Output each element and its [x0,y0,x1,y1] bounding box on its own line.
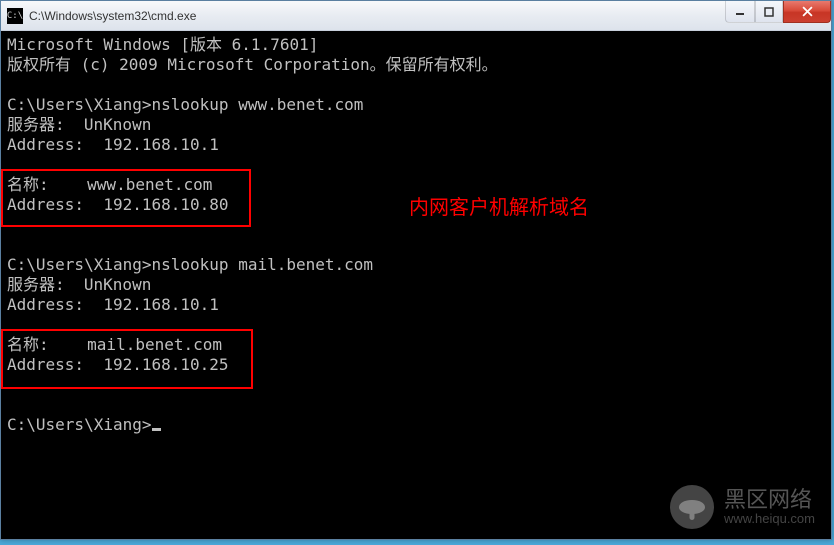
close-button[interactable] [783,1,831,23]
terminal-line [7,395,825,415]
window-titlebar[interactable]: C:\ C:\Windows\system32\cmd.exe [1,1,831,31]
minimize-button[interactable] [725,1,755,23]
minimize-icon [735,7,745,17]
terminal-line [7,235,825,255]
cmd-window: C:\ C:\Windows\system32\cmd.exe Microsof… [0,0,832,540]
terminal-line [7,315,825,335]
terminal-area[interactable]: Microsoft Windows [版本 6.1.7601]版权所有 (c) … [1,31,831,539]
terminal-line [7,215,825,235]
watermark-name: 黑区网络 [724,488,815,512]
terminal-line: Address: 192.168.10.1 [7,135,825,155]
watermark-url: www.heiqu.com [724,512,815,526]
maximize-button[interactable] [755,1,783,23]
terminal-line: 名称: mail.benet.com [7,335,825,355]
maximize-icon [764,7,774,17]
terminal-line: Address: 192.168.10.80 [7,195,825,215]
terminal-line: C:\Users\Xiang>nslookup mail.benet.com [7,255,825,275]
mushroom-icon [670,485,714,529]
watermark: 黑区网络 www.heiqu.com [670,485,815,529]
terminal-line: 服务器: UnKnown [7,115,825,135]
terminal-line: Address: 192.168.10.25 [7,355,825,375]
cmd-icon: C:\ [7,8,23,24]
terminal-line [7,155,825,175]
terminal-line: 版权所有 (c) 2009 Microsoft Corporation。保留所有… [7,55,825,75]
close-icon [802,6,813,17]
terminal-line: C:\Users\Xiang>nslookup www.benet.com [7,95,825,115]
window-controls [725,1,831,23]
terminal-line: 服务器: UnKnown [7,275,825,295]
terminal-line: 名称: www.benet.com [7,175,825,195]
terminal-line: C:\Users\Xiang> [7,415,825,435]
terminal-line [7,75,825,95]
cursor [152,428,161,431]
terminal-line: Address: 192.168.10.1 [7,295,825,315]
terminal-line [7,375,825,395]
terminal-line: Microsoft Windows [版本 6.1.7601] [7,35,825,55]
terminal-content: Microsoft Windows [版本 6.1.7601]版权所有 (c) … [7,35,825,435]
window-title: C:\Windows\system32\cmd.exe [29,9,196,23]
